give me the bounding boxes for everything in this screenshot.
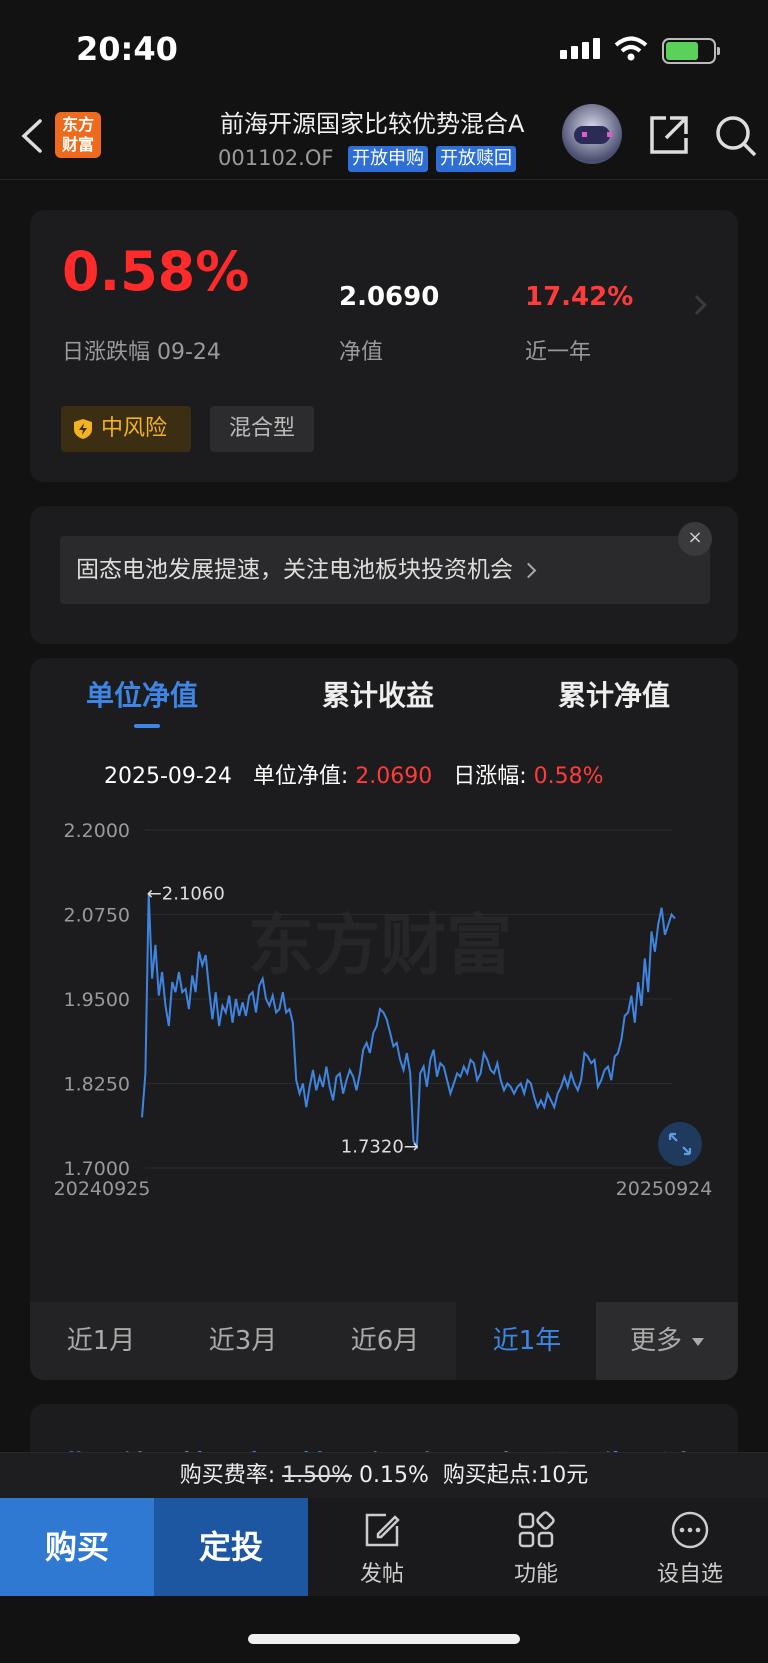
fee-original: 1.50% [282, 1463, 352, 1488]
watchlist-label: 设自选 [656, 1562, 723, 1587]
add-watchlist-button[interactable]: 设自选 [640, 1510, 740, 1588]
info-date: 2025-09-24 [104, 764, 232, 789]
fund-summary-card[interactable]: 0.58% 日涨跌幅 09-24 2.0690 净值 17.42% 近一年 中风… [30, 210, 738, 482]
range-1m[interactable]: 近1月 [30, 1302, 172, 1380]
daily-change-label: 日涨跌幅 09-24 [62, 340, 221, 365]
functions-button[interactable]: 功能 [486, 1510, 586, 1588]
fee-label: 购买费率: [179, 1463, 276, 1488]
logo-line1: 东方 [61, 115, 94, 134]
fund-header: 东方 财富 前海开源国家比较优势混合A 001102.OF 开放申购 开放赎回 [0, 96, 768, 180]
news-card: 固态电池发展提速，关注电池板块投资机会 × [30, 506, 738, 644]
wifi-icon [614, 36, 648, 61]
fund-title: 前海开源国家比较优势混合A [220, 110, 525, 138]
chevron-right-icon [520, 562, 537, 579]
chart-gridlines [145, 829, 672, 1169]
info-change-label: 日涨幅: [453, 764, 527, 789]
range-6m[interactable]: 近6月 [314, 1302, 456, 1380]
status-bar: 20:40 [0, 0, 768, 96]
tab-unit-nav[interactable]: 单位净值 [86, 674, 198, 714]
y-tick-label: 2.0750 [64, 905, 130, 927]
nav-label: 净值 [339, 340, 384, 365]
logo-line2: 财富 [61, 135, 94, 154]
buy-button[interactable]: 购买 [0, 1498, 154, 1596]
y-axis-ticks: 2.2000 2.0750 1.9500 1.8250 1.7000 [64, 820, 130, 1180]
info-change-value: 0.58% [533, 764, 604, 789]
chevron-right-icon[interactable] [687, 295, 707, 315]
post-button[interactable]: 发帖 [332, 1510, 432, 1588]
range-more[interactable]: 更多 [596, 1302, 738, 1380]
news-banner[interactable]: 固态电池发展提速，关注电池板块投资机会 [60, 536, 710, 604]
purchase-fee-bar: 购买费率: 1.50% 0.15% 购买起点:10元 [0, 1452, 768, 1498]
fund-code: 001102.OF [218, 146, 334, 170]
time-range-selector: 近1月 近3月 近6月 近1年 更多 [30, 1302, 738, 1380]
nav-value: 2.0690 [339, 282, 440, 312]
min-annotation: 1.7320→ [341, 1136, 419, 1157]
edit-post-icon [365, 1513, 400, 1547]
min-purchase: 购买起点:10元 [442, 1463, 589, 1488]
chart-tabs: 单位净值 累计收益 累计净值 [30, 658, 738, 738]
home-indicator [248, 1634, 520, 1644]
cellular-signal-icon [560, 38, 600, 59]
grid-apps-icon [518, 1511, 555, 1548]
open-redeem-tag: 开放赎回 [436, 146, 516, 172]
status-time: 20:40 [76, 30, 178, 68]
risk-level-tag[interactable]: 中风险 [61, 406, 191, 452]
back-arrow-icon[interactable] [18, 118, 46, 154]
close-icon[interactable]: × [678, 522, 712, 556]
x-end-label: 20250924 [616, 1178, 713, 1200]
caret-down-icon [692, 1337, 704, 1346]
share-icon[interactable] [648, 114, 690, 156]
news-text: 固态电池发展提速，关注电池板块投资机会 [76, 557, 513, 583]
y-tick-label: 1.9500 [64, 989, 130, 1011]
chart-watermark: 东方财富 [248, 907, 512, 984]
fee-current: 0.15% [359, 1463, 429, 1488]
x-start-label: 20240925 [54, 1178, 151, 1200]
range-1y[interactable]: 近1年 [456, 1302, 598, 1380]
more-dots-icon [671, 1511, 709, 1549]
ai-assistant-robot-icon[interactable] [562, 104, 622, 164]
range-3m[interactable]: 近3月 [172, 1302, 314, 1380]
risk-level-label: 中风险 [101, 416, 168, 441]
active-tab-indicator [134, 724, 160, 728]
nav-line-chart[interactable]: 东方财富 2.2000 2.0750 1.9500 1.8250 1.7000 2024… [30, 798, 738, 1298]
max-annotation: ←2.1060 [147, 884, 225, 905]
battery-icon [662, 38, 720, 64]
shield-bolt-icon [74, 419, 92, 439]
y-tick-label: 1.7000 [64, 1158, 130, 1180]
tab-cumulative-return[interactable]: 累计收益 [322, 674, 434, 714]
daily-change-value: 0.58% [62, 240, 250, 303]
y-tick-label: 2.2000 [64, 820, 130, 842]
bottom-action-bar: 购买 定投 发帖 功能 设自选 [0, 1498, 768, 1596]
search-icon[interactable] [714, 114, 758, 158]
post-label: 发帖 [359, 1562, 404, 1587]
expand-chart-icon[interactable] [658, 1122, 702, 1166]
chart-info-line: 2025-09-24 单位净值: 2.0690 日涨幅: 0.58% [104, 758, 604, 790]
auto-invest-button[interactable]: 定投 [154, 1498, 308, 1596]
fund-type-tag[interactable]: 混合型 [210, 406, 314, 452]
nav-chart-card: 单位净值 累计收益 累计净值 2025-09-24 单位净值: 2.0690 日… [30, 658, 738, 1380]
range-more-label: 更多 [629, 1326, 682, 1356]
one-year-return-value: 17.42% [525, 282, 634, 312]
y-tick-label: 1.8250 [64, 1074, 130, 1096]
info-nav-label: 单位净值: [252, 764, 349, 789]
open-subscribe-tag: 开放申购 [348, 146, 428, 172]
tab-cumulative-nav[interactable]: 累计净值 [558, 674, 670, 714]
functions-label: 功能 [513, 1562, 558, 1587]
info-nav-value: 2.0690 [355, 764, 433, 789]
one-year-return-label: 近一年 [525, 340, 592, 365]
eastmoney-logo: 东方 财富 [55, 112, 101, 158]
